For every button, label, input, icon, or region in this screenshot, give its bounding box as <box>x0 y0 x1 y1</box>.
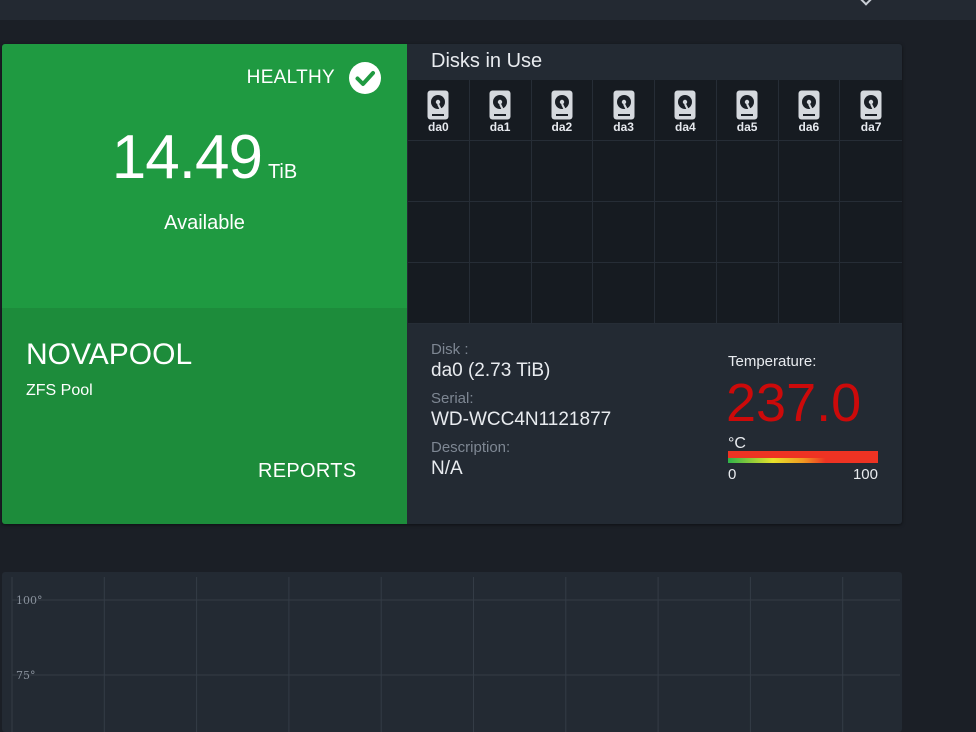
empty-slot <box>655 141 717 202</box>
hard-drive-icon <box>798 90 820 120</box>
empty-slot <box>593 202 655 263</box>
available-capacity: 14.49 TiB <box>2 122 407 193</box>
disk-label: da4 <box>675 120 696 134</box>
hard-drive-icon <box>736 90 758 120</box>
temperature-label: Temperature: <box>728 353 817 370</box>
disk-tile[interactable]: da4 <box>655 80 717 141</box>
empty-slot <box>408 141 470 202</box>
disk-label: da0 <box>428 120 449 134</box>
disk-value: da0 (2.73 TiB) <box>431 360 551 381</box>
disk-label: da7 <box>860 120 882 134</box>
temperature-value: 237.0 <box>726 373 862 433</box>
available-label: Available <box>164 212 245 234</box>
available-value: 14.49 <box>111 123 263 192</box>
empty-slot <box>778 263 841 324</box>
empty-slot <box>593 263 655 324</box>
pool-name: NOVAPOOL <box>26 338 193 371</box>
disk-label: da5 <box>736 120 758 134</box>
disk-grid: da0 da1 da2 da3 da4 da5 da6 da7 <box>408 80 902 324</box>
serial-key: Serial: <box>431 390 474 407</box>
disk-tile[interactable]: da6 <box>778 80 841 141</box>
serial-value: WD-WCC4N1121877 <box>431 409 612 430</box>
hard-drive-icon <box>613 90 635 120</box>
temperature-gauge <box>728 451 878 463</box>
description-key: Description: <box>431 439 511 456</box>
empty-slot <box>840 263 902 324</box>
empty-slot <box>531 141 594 202</box>
empty-slot <box>469 141 532 202</box>
disk-tile[interactable]: da0 <box>408 80 470 141</box>
empty-slot <box>469 263 532 324</box>
disk-tile[interactable]: da5 <box>716 80 779 141</box>
empty-slot <box>716 141 779 202</box>
gauge-max: 100 <box>852 466 878 483</box>
empty-slot <box>716 202 779 263</box>
y-tick-label: 75° <box>16 669 36 682</box>
description-value: N/A <box>431 458 463 479</box>
empty-slot <box>716 263 779 324</box>
hard-drive-icon <box>860 90 882 120</box>
disk-label: da6 <box>798 120 820 134</box>
disk-tile[interactable]: da3 <box>593 80 655 141</box>
pool-summary: HEALTHY 14.49 TiB Available <box>2 44 407 308</box>
empty-slot <box>408 202 470 263</box>
hard-drive-icon <box>551 90 573 120</box>
disk-tile[interactable]: da2 <box>531 80 594 141</box>
hard-drive-icon <box>489 90 511 120</box>
chart-area: 100° 75° <box>11 577 900 732</box>
empty-slot <box>593 141 655 202</box>
status-label: HEALTHY <box>246 67 335 88</box>
gauge-min: 0 <box>728 466 737 483</box>
empty-slot <box>655 202 717 263</box>
disk-label: da3 <box>613 120 634 134</box>
hard-drive-icon <box>674 90 696 120</box>
check-circle-icon <box>349 62 381 94</box>
chevron-down-icon[interactable] <box>860 0 872 6</box>
empty-slot <box>531 202 594 263</box>
empty-slot <box>778 202 841 263</box>
empty-slot <box>655 263 717 324</box>
pool-type: ZFS Pool <box>26 382 93 399</box>
y-tick-label: 100° <box>16 594 43 607</box>
disk-key: Disk : <box>431 341 469 358</box>
pool-info: NOVAPOOL ZFS Pool REPORTS <box>2 308 407 524</box>
hard-drive-icon <box>427 90 449 120</box>
disk-tile[interactable]: da1 <box>469 80 532 141</box>
empty-slot <box>408 263 470 324</box>
temperature-chart: 100° 75° <box>2 572 902 732</box>
empty-slot <box>840 202 902 263</box>
reports-button[interactable]: REPORTS <box>258 460 356 483</box>
empty-slot <box>778 141 841 202</box>
pool-card: HEALTHY 14.49 TiB Available NOVAPOOL ZFS … <box>2 44 902 524</box>
pool-status: HEALTHY <box>247 62 381 94</box>
empty-slot <box>469 202 532 263</box>
empty-slot <box>531 263 594 324</box>
disk-label: da1 <box>489 120 511 134</box>
disks-title: Disks in Use <box>431 50 543 72</box>
disk-tile[interactable]: da7 <box>840 80 902 141</box>
disk-label: da2 <box>551 120 573 134</box>
available-unit: TiB <box>267 161 298 183</box>
top-bar <box>0 0 976 20</box>
empty-slot <box>840 141 902 202</box>
disk-detail: Disk : da0 (2.73 TiB) Serial: WD-WCC4N11… <box>408 324 902 524</box>
